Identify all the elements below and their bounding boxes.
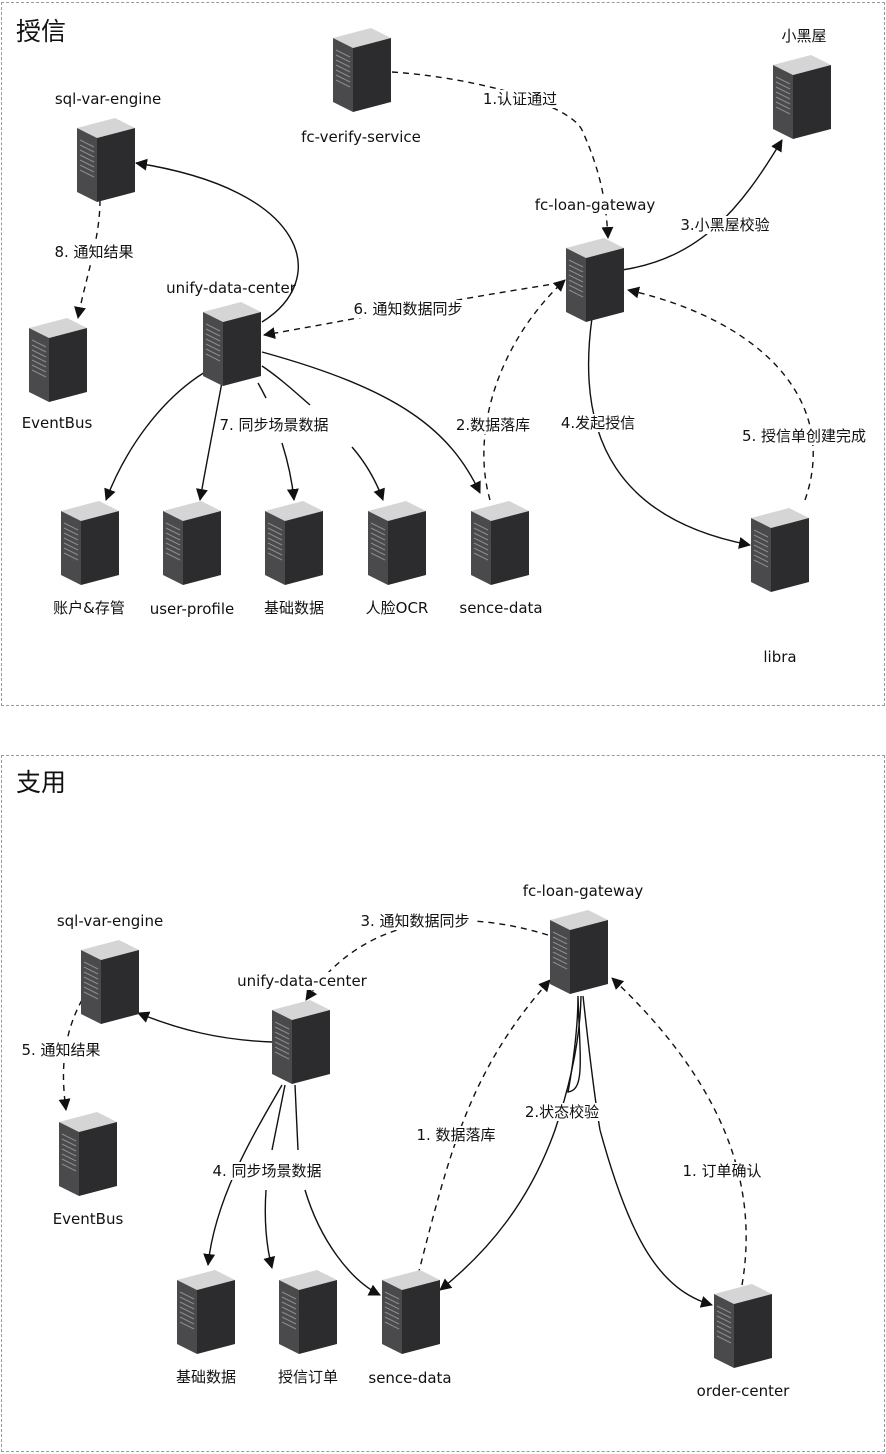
edge-udc-to-face-b [351, 446, 385, 501]
edge-label-4: 4.发起授信 [557, 414, 639, 432]
node-label-face-ocr: 人脸OCR [365, 599, 429, 617]
server-tower-icon [550, 910, 608, 994]
edge-sence-to-gateway [483, 279, 566, 501]
server-tower-icon [279, 1270, 337, 1354]
node-label-sence-data-use: sence-data [368, 1369, 452, 1387]
server-tower-icon [29, 318, 87, 402]
server-tower-icon [81, 940, 139, 1024]
edge-udc-to-account [104, 371, 206, 501]
edge-label-1: 1.认证通过 [479, 90, 561, 108]
edge-label-6: 6. 通知数据同步 [350, 300, 466, 318]
server-tower-icon [368, 501, 426, 585]
edge-label-2: 2.数据落库 [452, 416, 534, 434]
edge-udc-to-userprofile [195, 381, 223, 501]
edge-label-3: 3.小黑屋校验 [677, 216, 773, 234]
node-label-libra: libra [763, 648, 797, 666]
server-tower-icon [61, 501, 119, 585]
server-tower-icon [714, 1284, 772, 1368]
node-label-sql-var-engine: sql-var-engine [54, 90, 162, 108]
server-tower-icon [382, 1270, 440, 1354]
server-tower-icon [59, 1112, 117, 1196]
server-tower-icon [177, 1270, 235, 1354]
server-tower-icon [773, 55, 831, 139]
node-label-user-profile: user-profile [149, 600, 235, 618]
node-label-eventbus: EventBus [21, 414, 93, 432]
edge-label-use-5: 5. 通知结果 [18, 1041, 104, 1059]
edge-label-7: 7. 同步场景数据 [216, 416, 332, 434]
server-tower-icon [203, 302, 261, 386]
edge-label-use-3: 3. 通知数据同步 [357, 912, 473, 930]
edge-udc-to-sqlvar-use [137, 1011, 273, 1043]
edge-ordercenter-to-gateway [611, 977, 747, 1286]
server-tower-icon [566, 238, 624, 322]
edge-label-use-1a: 1. 数据落库 [413, 1126, 499, 1144]
node-label-unify-data-center: unify-data-center [166, 279, 296, 297]
server-tower-icon [272, 1000, 330, 1084]
node-label-sql-var-engine-use: sql-var-engine [56, 912, 164, 930]
server-tower-icon [77, 118, 135, 202]
node-label-fc-loan-gateway-use: fc-loan-gateway [522, 882, 644, 900]
server-tower-icon [333, 28, 391, 112]
server-tower-icon [751, 508, 809, 592]
node-label-sence-data: sence-data [459, 599, 543, 617]
edge-udc-to-creditorder-use-a [271, 1084, 286, 1151]
server-tower-icon [471, 501, 529, 585]
node-label-fc-loan-gateway: fc-loan-gateway [531, 196, 659, 214]
node-label-base-data-use: 基础数据 [175, 1368, 237, 1386]
node-label-xiaoheiwu: 小黑屋 [781, 27, 827, 45]
edge-label-use-1b: 1. 订单确认 [679, 1162, 765, 1180]
edge-udc-to-face-a [261, 365, 311, 406]
edge-label-5: 5. 授信单创建完成 [738, 427, 870, 445]
node-label-account: 账户&存管 [53, 599, 125, 617]
edge-udc-to-creditorder-use-b [263, 1189, 276, 1269]
edge-udc-to-sence-use-a [294, 1084, 299, 1151]
node-label-order-center-use: order-center [696, 1382, 790, 1400]
node-label-unify-data-center-use: unify-data-center [234, 972, 370, 990]
edge-label-use-4: 4. 同步场景数据 [209, 1162, 325, 1180]
node-label-credit-order-use: 授信订单 [277, 1368, 339, 1386]
edge-libra-to-gateway [627, 286, 814, 501]
edge-gateway-to-ordercenter [582, 995, 713, 1308]
node-label-fc-verify-service: fc-verify-service [301, 128, 421, 146]
edge-label-8: 8. 通知结果 [51, 243, 137, 261]
edge-udc-to-basedata-b [281, 442, 299, 501]
edge-udc-to-sqlvar [135, 158, 299, 323]
server-tower-icon [163, 501, 221, 585]
server-tower-icon [265, 501, 323, 585]
node-label-base-data: 基础数据 [263, 599, 325, 617]
node-label-eventbus-use: EventBus [52, 1210, 124, 1228]
edge-label-use-2: 2.状态校验 [521, 1103, 603, 1121]
